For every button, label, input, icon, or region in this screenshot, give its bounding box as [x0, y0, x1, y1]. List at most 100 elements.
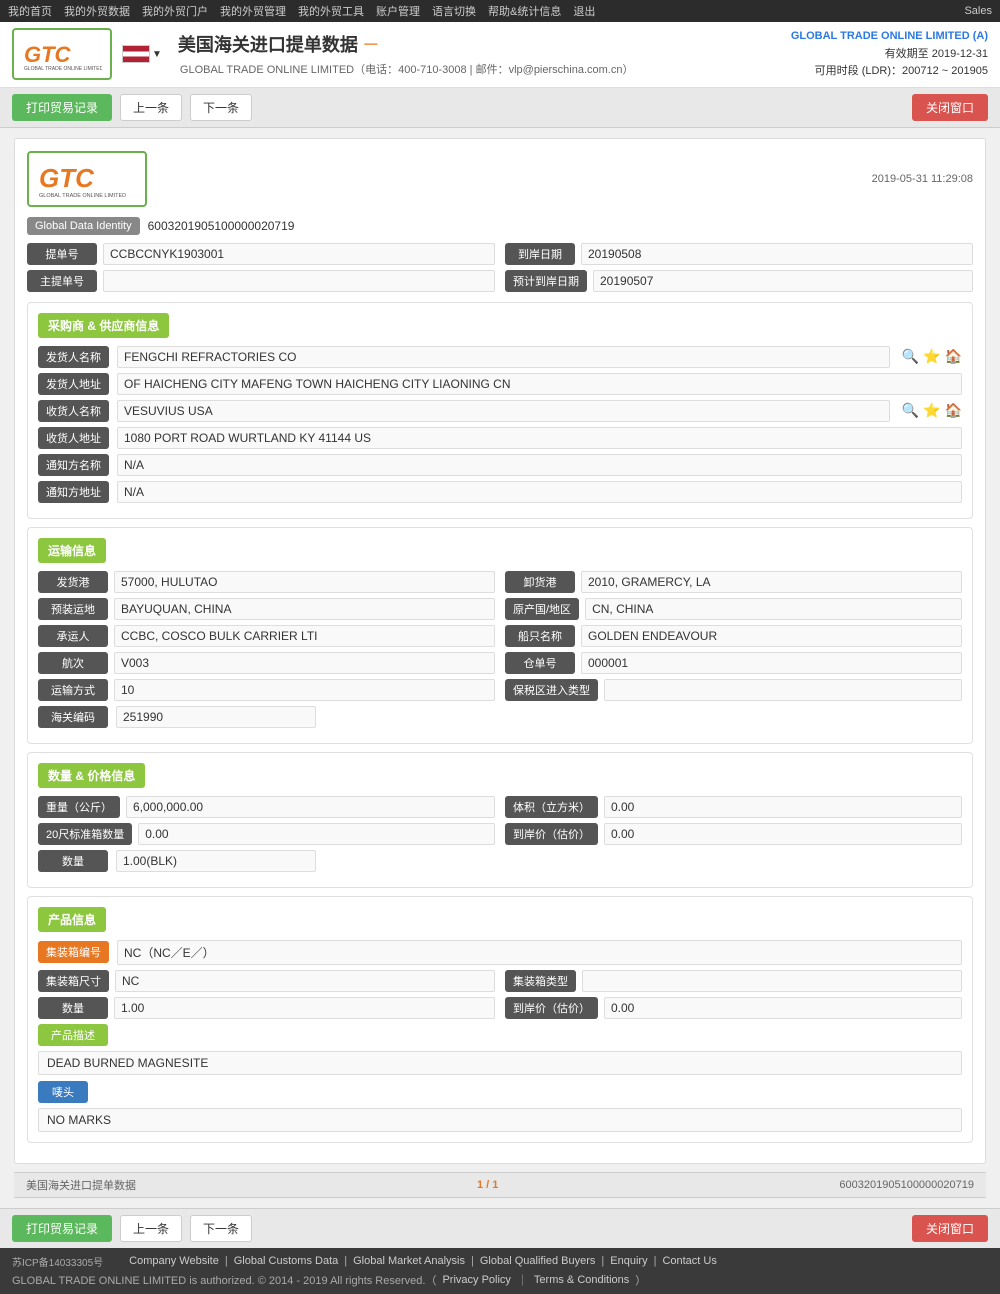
- nav-language[interactable]: 语言切换: [432, 3, 476, 19]
- vessel-field: 船只名称 GOLDEN ENDEAVOUR: [505, 625, 962, 647]
- shipper-addr-label: 发货人地址: [38, 373, 109, 395]
- footer-link-contact[interactable]: Contact Us: [662, 1255, 716, 1267]
- card-logo-svg: GTC GLOBAL TRADE ONLINE LIMITED: [37, 157, 137, 201]
- bonded-field: 保税区进入类型: [505, 679, 962, 701]
- title-dash: －: [362, 31, 380, 57]
- quantity-label: 数量: [38, 850, 108, 872]
- container-size-value: NC: [115, 970, 495, 992]
- top-toolbar: 打印贸易记录 上一条 下一条 关闭窗口: [0, 88, 1000, 128]
- bottom-bar: 美国海关进口提单数据 1 / 1 6003201905100000020719: [14, 1172, 986, 1198]
- consignee-name-value: VESUVIUS USA: [117, 400, 890, 422]
- footer-link-market[interactable]: Global Market Analysis: [353, 1255, 465, 1267]
- consignee-icons: 🔍 ⭐ 🏠: [902, 402, 962, 419]
- container-type-field: 集装箱类型: [505, 970, 962, 992]
- weight-label: 重量（公斤）: [38, 796, 120, 818]
- loading-place-field: 预装运地 BAYUQUAN, CHINA: [38, 598, 495, 620]
- next-button-bottom[interactable]: 下一条: [190, 1215, 252, 1242]
- carrier-vessel-row: 承运人 CCBC, COSCO BULK CARRIER LTI 船只名称 GO…: [38, 625, 962, 647]
- record-logo: GTC GLOBAL TRADE ONLINE LIMITED: [27, 151, 147, 207]
- est-arrival-field: 预计到岸日期 20190507: [505, 270, 973, 292]
- footer-link-company[interactable]: Company Website: [129, 1255, 219, 1267]
- nav-tools[interactable]: 我的外贸工具: [298, 3, 364, 19]
- dest-port-field: 卸货港 2010, GRAMERCY, LA: [505, 571, 962, 593]
- teu20-value: 0.00: [138, 823, 495, 845]
- prev-button-bottom[interactable]: 上一条: [120, 1215, 182, 1242]
- unit-price-label: 到岸价（估价）: [505, 997, 598, 1019]
- prev-button-top[interactable]: 上一条: [120, 94, 182, 121]
- bill-no-value: CCBCCNYK1903001: [103, 243, 495, 265]
- nav-logout[interactable]: 退出: [573, 3, 595, 19]
- home-icon[interactable]: 🏠: [945, 348, 962, 365]
- customs-code-label: 海关编码: [38, 706, 108, 728]
- search-icon-2[interactable]: 🔍: [902, 402, 919, 419]
- nav-management[interactable]: 我的外贸管理: [220, 3, 286, 19]
- prod-qty-price-row: 数量 1.00 到岸价（估价） 0.00: [38, 997, 962, 1019]
- flag-dropdown[interactable]: ▼: [152, 49, 162, 60]
- next-button-top[interactable]: 下一条: [190, 94, 252, 121]
- nav-account[interactable]: 账户管理: [376, 3, 420, 19]
- notify-name-value: N/A: [117, 454, 962, 476]
- footer-terms[interactable]: Terms & Conditions: [534, 1274, 629, 1286]
- shipper-icons: 🔍 ⭐ 🏠: [902, 348, 962, 365]
- ldr-range: 可用时段 (LDR)：200712 ~ 201905: [791, 63, 988, 81]
- consignee-addr-label: 收货人地址: [38, 427, 109, 449]
- quantity-section-header: 数量 & 价格信息: [38, 763, 145, 788]
- arrival-price-value: 0.00: [604, 823, 962, 845]
- nav-help[interactable]: 帮助&统计信息: [488, 3, 561, 19]
- prod-qty-value: 1.00: [114, 997, 495, 1019]
- close-button-bottom[interactable]: 关闭窗口: [912, 1215, 988, 1242]
- star-icon[interactable]: ⭐: [923, 348, 940, 365]
- footer-links-row: 苏ICP备14033305号 Company Website | Global …: [12, 1254, 988, 1269]
- print-button-top[interactable]: 打印贸易记录: [12, 94, 112, 121]
- footer-link-customs[interactable]: Global Customs Data: [234, 1255, 339, 1267]
- bill-no-field: 提单号 CCBCCNYK1903001: [27, 243, 495, 265]
- est-arrival-label: 预计到岸日期: [505, 270, 587, 292]
- vessel-value: GOLDEN ENDEAVOUR: [581, 625, 962, 647]
- desc-value: DEAD BURNED MAGNESITE: [38, 1051, 962, 1075]
- print-button-bottom[interactable]: 打印贸易记录: [12, 1215, 112, 1242]
- transport-mode-field: 运输方式 10: [38, 679, 495, 701]
- svg-text:GTC: GTC: [39, 163, 95, 193]
- bonded-value: [604, 679, 962, 701]
- footer-link-buyers[interactable]: Global Qualified Buyers: [480, 1255, 596, 1267]
- nav-trade-data[interactable]: 我的外贸数据: [64, 3, 130, 19]
- desc-row: 产品描述: [38, 1024, 962, 1046]
- unit-price-field: 到岸价（估价） 0.00: [505, 997, 962, 1019]
- logo-svg: GTC GLOBAL TRADE ONLINE LIMITED: [22, 34, 102, 74]
- star-icon-2[interactable]: ⭐: [923, 402, 940, 419]
- est-arrival-value: 20190507: [593, 270, 973, 292]
- search-icon[interactable]: 🔍: [902, 348, 919, 365]
- loading-origin-row: 预装运地 BAYUQUAN, CHINA 原产国/地区 CN, CHINA: [38, 598, 962, 620]
- quantity-row: 数量 1.00(BLK): [38, 850, 962, 872]
- customs-code-row: 海关编码 251990: [38, 706, 962, 728]
- notify-addr-value: N/A: [117, 481, 962, 503]
- container-no-label: 集装箱编号: [38, 941, 109, 963]
- shipper-name-value: FENGCHI REFRACTORIES CO: [117, 346, 890, 368]
- bottom-left: 美国海关进口提单数据: [26, 1177, 136, 1193]
- master-bill-label: 主提单号: [27, 270, 97, 292]
- footer-toolbar: 打印贸易记录 上一条 下一条 关闭窗口: [0, 1208, 1000, 1248]
- voyage-label: 航次: [38, 652, 108, 674]
- loading-place-value: BAYUQUAN, CHINA: [114, 598, 495, 620]
- flag-area[interactable]: ▼: [122, 45, 162, 63]
- teu-price-row: 20尺标准箱数量 0.00 到岸价（估价） 0.00: [38, 823, 962, 845]
- footer-links: 苏ICP备14033305号 Company Website | Global …: [0, 1248, 1000, 1294]
- carrier-value: CCBC, COSCO BULK CARRIER LTI: [114, 625, 495, 647]
- us-flag: [122, 45, 150, 63]
- dest-port-label: 卸货港: [505, 571, 575, 593]
- footer-privacy[interactable]: Privacy Policy: [442, 1274, 510, 1286]
- home-icon-2[interactable]: 🏠: [945, 402, 962, 419]
- close-button-top[interactable]: 关闭窗口: [912, 94, 988, 121]
- weight-field: 重量（公斤） 6,000,000.00: [38, 796, 495, 818]
- shipper-name-row: 发货人名称 FENGCHI REFRACTORIES CO 🔍 ⭐ 🏠: [38, 346, 962, 368]
- notify-addr-label: 通知方地址: [38, 481, 109, 503]
- warehouse-field: 仓单号 000001: [505, 652, 962, 674]
- consignee-addr-row: 收货人地址 1080 PORT ROAD WURTLAND KY 41144 U…: [38, 427, 962, 449]
- footer-link-enquiry[interactable]: Enquiry: [610, 1255, 647, 1267]
- nav-home[interactable]: 我的首页: [8, 3, 52, 19]
- nav-portal[interactable]: 我的外贸门户: [142, 3, 208, 19]
- marks-value: NO MARKS: [38, 1108, 962, 1132]
- shipper-addr-value: OF HAICHENG CITY MAFENG TOWN HAICHENG CI…: [117, 373, 962, 395]
- dest-port-value: 2010, GRAMERCY, LA: [581, 571, 962, 593]
- teu20-field: 20尺标准箱数量 0.00: [38, 823, 495, 845]
